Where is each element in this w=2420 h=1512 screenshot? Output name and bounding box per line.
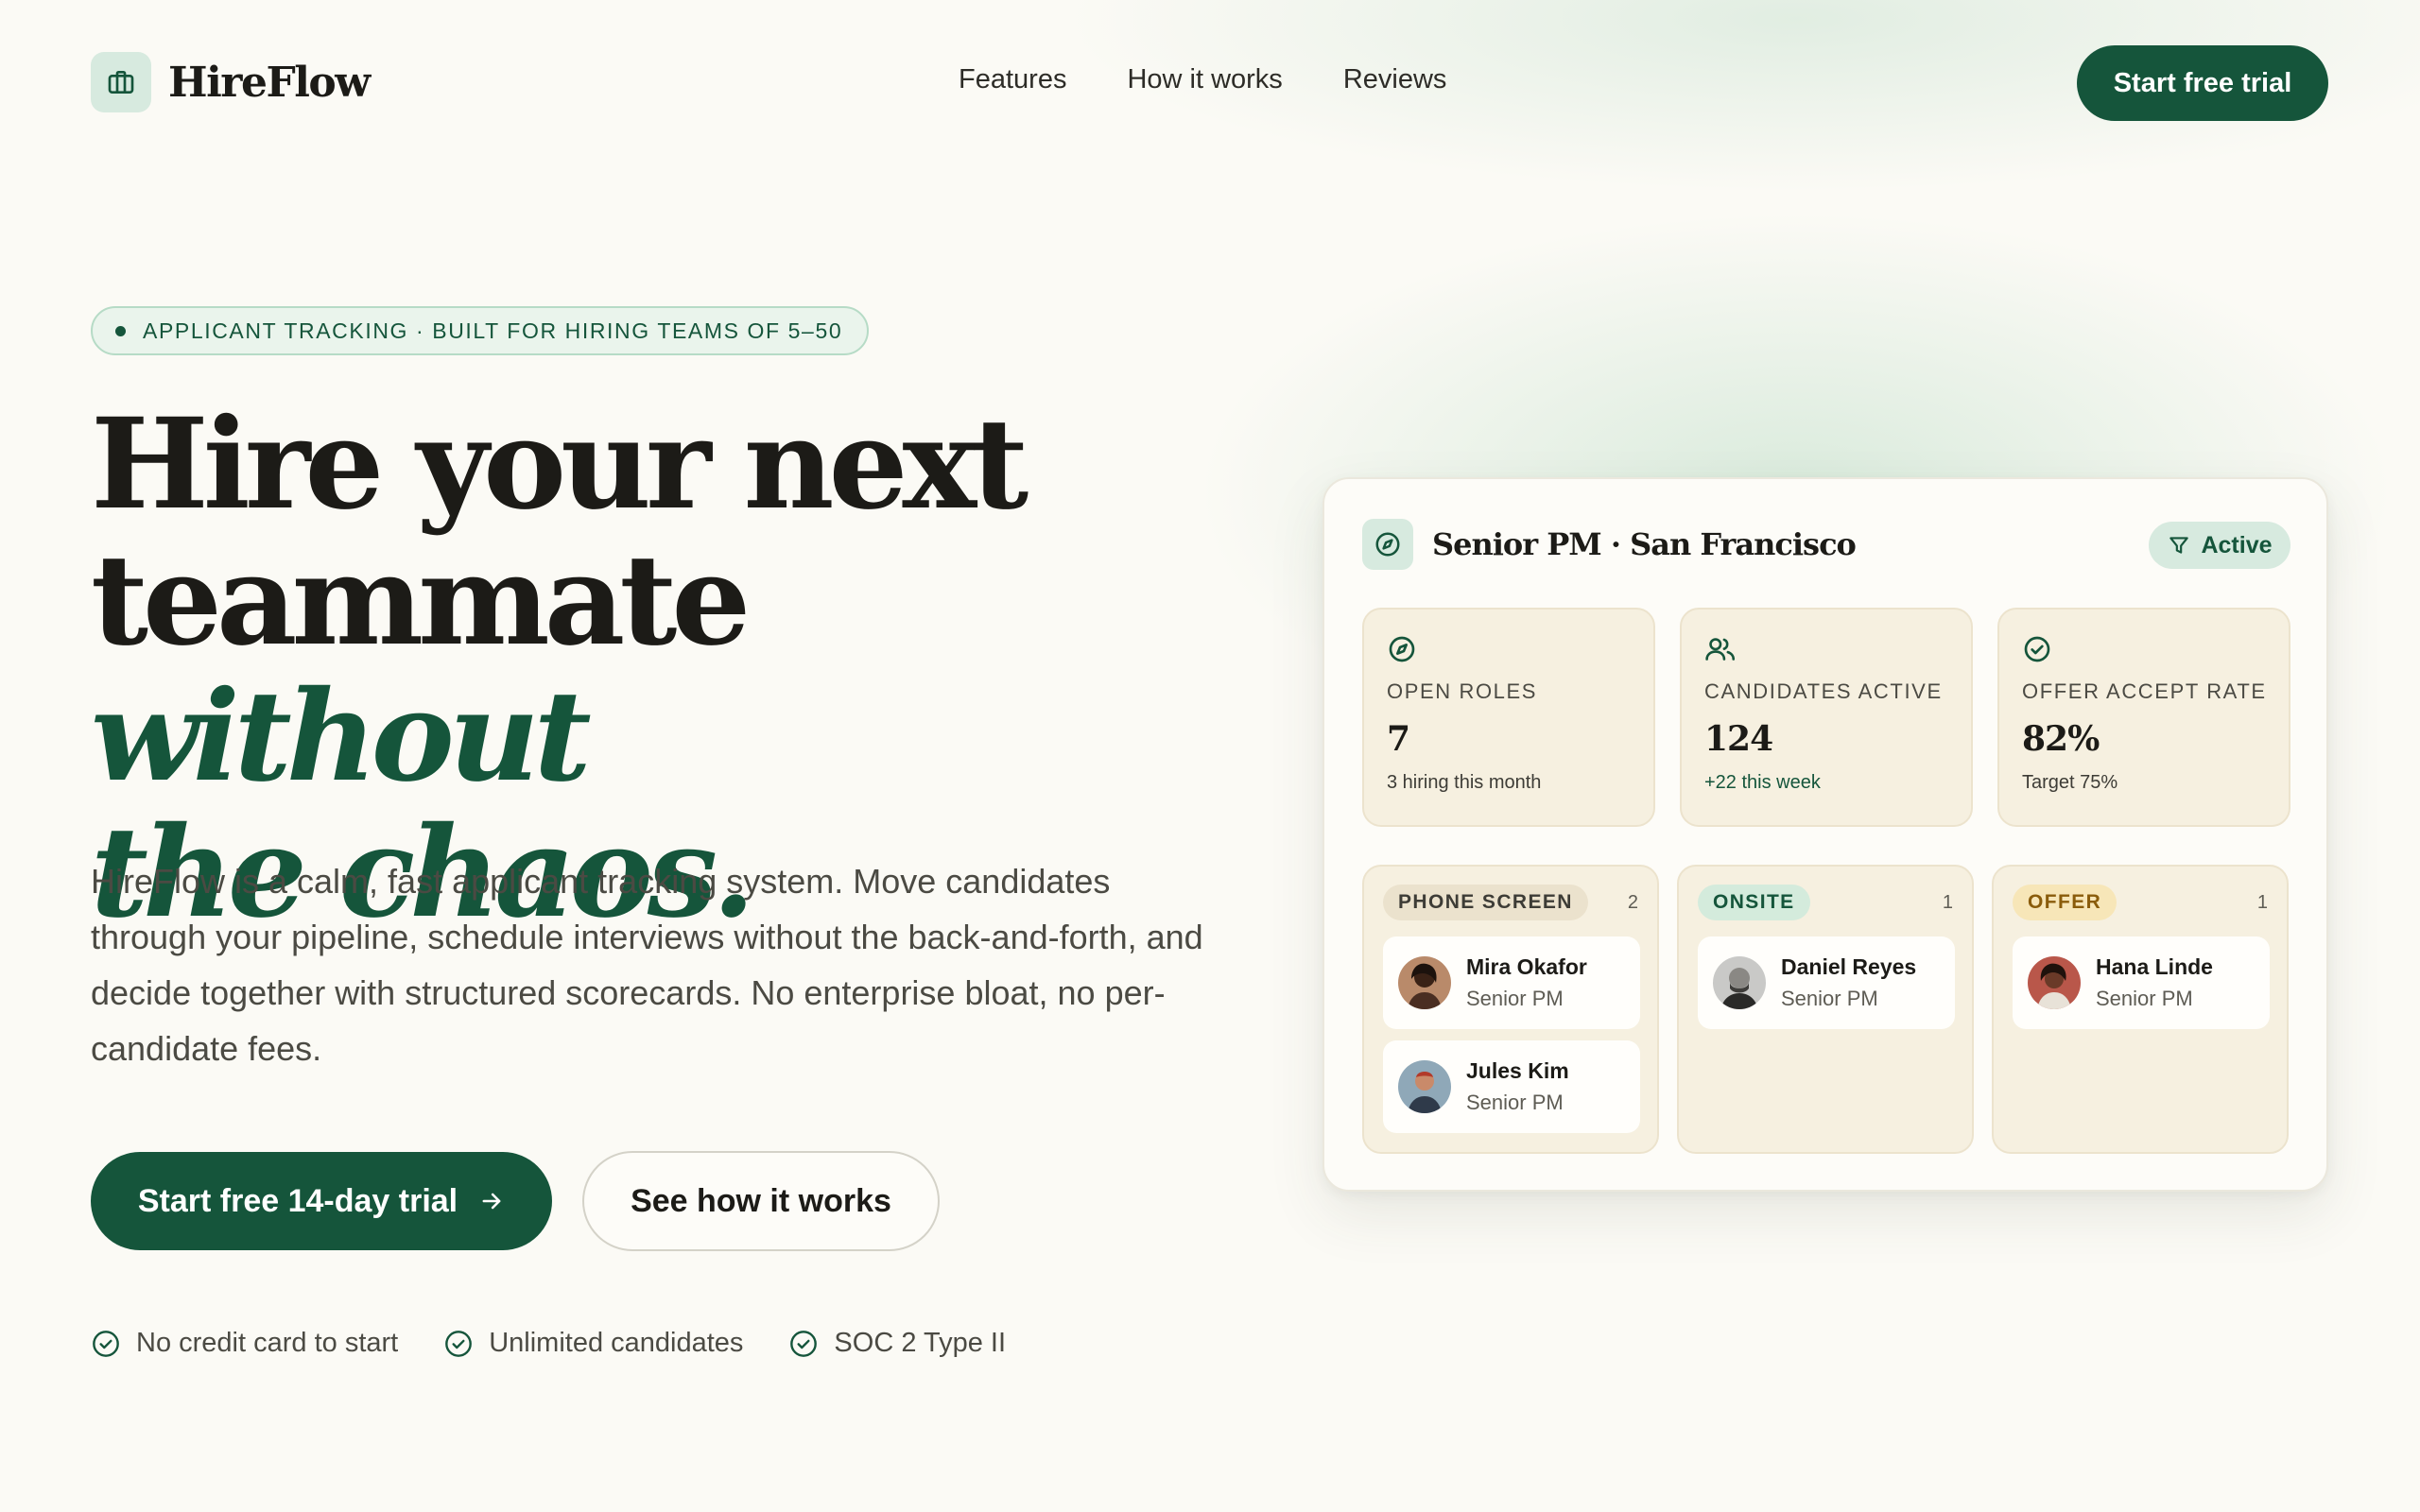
stat-note: Target 75% [2022,772,2118,793]
candidate-info: Jules Kim Senior PM [1466,1058,1569,1115]
stage-tag: ONSITE [1698,885,1810,920]
stat-card-candidates-active: CANDIDATES ACTIVE 124 +22 this week [1680,608,1973,827]
avatar [1398,1060,1451,1113]
stage-count: 1 [1942,891,1953,913]
users-icon [1704,632,1971,666]
stat-value: 82% [2022,719,2100,759]
candidate-role: Senior PM [1781,987,1878,1010]
filter-icon [2169,537,2189,554]
nav-link-features[interactable]: Features [959,64,1066,95]
candidate-name: Hana Linde [2096,954,2213,979]
stat-value: 124 [1704,719,1773,759]
trust-item: SOC 2 Type II [788,1328,1006,1359]
top-nav: HireFlow Features How it works Reviews S… [0,0,2420,166]
headline-accent-1: without [91,663,592,810]
stat-label: CANDIDATES ACTIVE [1704,679,1943,703]
trust-list: No credit card to start Unlimited candid… [91,1328,1051,1359]
trust-text: Unlimited candidates [489,1328,744,1358]
pipeline-column-offer: OFFER 1 Hana Linde Senior PM [1992,865,2289,1154]
candidate-info: Mira Okafor Senior PM [1466,954,1587,1011]
briefcase-icon [91,52,151,112]
stat-card-offer-accept-rate: OFFER ACCEPT RATE 82% Target 75% [1997,608,2290,827]
avatar [1713,956,1766,1009]
candidate-role: Senior PM [1466,987,1564,1010]
stat-note: +22 this week [1704,772,1821,793]
stage-tag: PHONE SCREEN [1383,885,1588,920]
candidate-card[interactable]: Jules Kim Senior PM [1383,1040,1640,1133]
headline-line-1: Hire your next [91,391,1028,538]
candidate-card[interactable]: Hana Linde Senior PM [2013,936,2270,1029]
check-circle-icon [93,1330,119,1357]
nav-links: Features How it works Reviews [959,64,1507,95]
job-title: Senior PM · San Francisco [1432,526,1857,562]
column-header: ONSITE 1 [1698,884,1953,921]
stat-card-open-roles: OPEN ROLES 7 3 hiring this month [1362,608,1655,827]
candidate-card[interactable]: Mira Okafor Senior PM [1383,936,1640,1029]
headline-line-2: teammate [91,527,751,674]
stat-note: 3 hiring this month [1387,772,1542,793]
dot-icon [115,325,126,336]
eyebrow-badge: APPLICANT TRACKING · BUILT FOR HIRING TE… [91,306,870,355]
brand-logo[interactable]: HireFlow [91,52,371,112]
trust-item: Unlimited candidates [443,1328,743,1359]
trust-text: SOC 2 Type II [834,1328,1007,1358]
candidate-role: Senior PM [2096,987,2193,1010]
compass-icon [1362,519,1413,570]
stat-label: OFFER ACCEPT RATE [2022,679,2267,703]
compass-icon [1387,632,1653,666]
stat-value: 7 [1387,719,1410,759]
nav-link-reviews[interactable]: Reviews [1343,64,1447,95]
candidate-name: Jules Kim [1466,1058,1569,1083]
pipeline-column-onsite: ONSITE 1 Daniel Reyes Senior PM [1677,865,1974,1154]
candidate-role: Senior PM [1466,1091,1564,1114]
arrow-right-icon [478,1188,505,1214]
see-how-it-works-button[interactable]: See how it works [582,1151,940,1251]
candidate-name: Mira Okafor [1466,954,1587,979]
stage-count: 1 [2256,891,2268,913]
candidate-card[interactable]: Daniel Reyes Senior PM [1698,936,1955,1029]
stage-count: 2 [1627,891,1638,913]
status-label: Active [2201,531,2273,558]
status-filter-pill[interactable]: Active [2149,522,2290,569]
trust-text: No credit card to start [136,1328,399,1358]
nav-link-how-it-works[interactable]: How it works [1127,64,1282,95]
check-circle-icon [445,1330,473,1357]
stat-label: OPEN ROLES [1387,679,1538,703]
candidate-info: Hana Linde Senior PM [2096,954,2213,1011]
avatar [1398,956,1451,1009]
eyebrow-text: APPLICANT TRACKING · BUILT FOR HIRING TE… [143,318,843,343]
check-circle-icon [790,1330,818,1357]
start-14-day-trial-button[interactable]: Start free 14-day trial [91,1152,552,1250]
primary-cta-label: Start free 14-day trial [137,1182,458,1219]
pipeline-column-phone-screen: PHONE SCREEN 2 Mira Okafor Senior PM Jul… [1362,865,1659,1154]
column-header: OFFER 1 [2013,884,2268,921]
avatar [2028,956,2081,1009]
pipeline-preview-card: Senior PM · San Francisco Active OPEN RO… [1322,477,2328,1192]
check-circle-icon [2022,632,2289,666]
stage-tag: OFFER [2013,885,2118,920]
card-header: Senior PM · San Francisco [1362,519,1857,570]
brand-name: HireFlow [168,58,371,107]
candidate-info: Daniel Reyes Senior PM [1781,954,1916,1011]
column-header: PHONE SCREEN 2 [1383,884,1638,921]
start-trial-button[interactable]: Start free trial [2077,45,2328,121]
candidate-name: Daniel Reyes [1781,954,1917,979]
hero-subtext: HireFlow is a calm, fast applicant track… [91,862,1203,1068]
trust-item: No credit card to start [91,1328,398,1359]
